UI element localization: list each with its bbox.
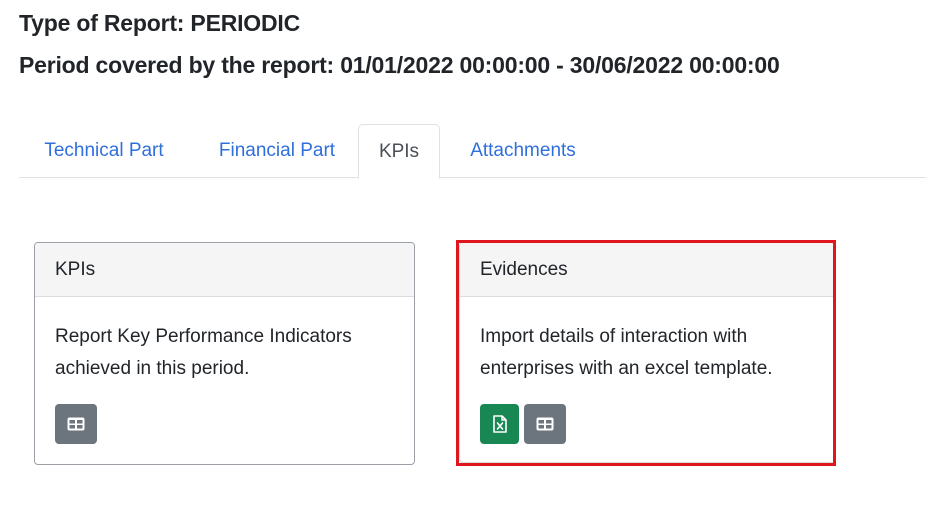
evidences-table-button[interactable] [524,404,566,444]
excel-file-icon [492,415,507,433]
kpis-card-header: KPIs [35,243,414,297]
report-period-heading: Period covered by the report: 01/01/2022… [19,52,780,78]
evidences-card-body: Import details of interaction with enter… [460,297,834,444]
tab-technical-part[interactable]: Technical Part [19,124,189,178]
table-icon [67,417,85,431]
evidences-card-actions [480,404,814,444]
report-page: Type of Report: PERIODIC Period covered … [0,0,926,524]
report-type-heading: Type of Report: PERIODIC [19,10,301,36]
kpis-card: KPIs Report Key Performance Indicators a… [34,242,415,465]
kpis-card-body: Report Key Performance Indicators achiev… [35,297,414,444]
tab-financial-part[interactable]: Financial Part [197,124,357,178]
evidences-card-header: Evidences [460,243,834,297]
tab-kpis[interactable]: KPIs [358,124,440,179]
report-tabs: Technical Part Financial Part KPIs Attac… [19,124,926,179]
evidences-card: Evidences Import details of interaction … [459,242,835,463]
kpis-card-text: Report Key Performance Indicators achiev… [55,326,352,379]
kpis-table-button[interactable] [55,404,97,444]
table-icon [536,417,554,431]
kpis-card-actions [55,404,394,444]
evidences-excel-import-button[interactable] [480,404,519,444]
tab-attachments[interactable]: Attachments [444,124,602,178]
evidences-card-text: Import details of interaction with enter… [480,326,773,379]
